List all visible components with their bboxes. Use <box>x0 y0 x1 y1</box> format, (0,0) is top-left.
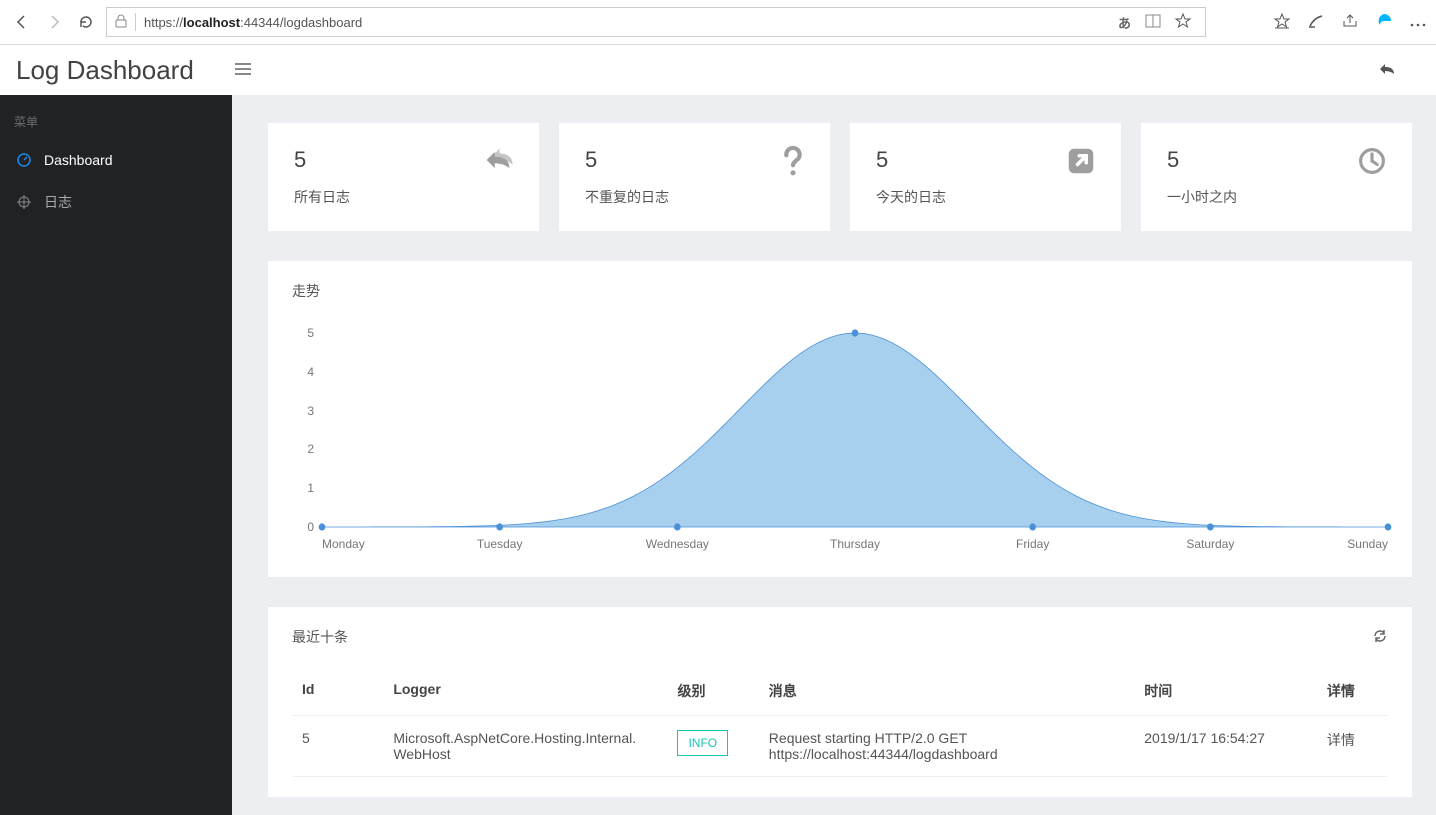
y-tick: 1 <box>307 481 314 495</box>
cell-msg: Request starting HTTP/2.0 GET https://lo… <box>759 716 1134 777</box>
more-icon[interactable] <box>1410 14 1426 30</box>
app-header: Log Dashboard <box>0 45 1436 95</box>
x-tick: Sunday <box>1347 537 1388 551</box>
cell-level: INFO <box>667 716 758 777</box>
external-icon <box>1067 147 1095 178</box>
target-icon <box>16 194 32 210</box>
stat-label: 不重复的日志 <box>585 187 669 207</box>
stat-card[interactable]: 5 一小时之内 <box>1141 123 1412 231</box>
stat-card[interactable]: 5 不重复的日志 <box>559 123 830 231</box>
stat-value: 5 <box>1167 147 1237 173</box>
stat-label: 一小时之内 <box>1167 187 1237 207</box>
cell-action[interactable]: 详情 <box>1317 716 1388 777</box>
th-id: Id <box>292 667 383 716</box>
x-tick: Thursday <box>830 537 880 551</box>
reply-icon <box>483 147 513 176</box>
trend-title: 走势 <box>292 281 320 301</box>
y-tick: 0 <box>307 520 314 534</box>
cell-logger: Microsoft.AspNetCore.Hosting.Internal.We… <box>383 716 667 777</box>
sidebar-section-label: 菜单 <box>0 109 232 140</box>
table-row: 5Microsoft.AspNetCore.Hosting.Internal.W… <box>292 716 1388 777</box>
question-icon <box>782 147 804 180</box>
th-logger: Logger <box>383 667 667 716</box>
sidebar-item-dashboard[interactable]: Dashboard <box>0 140 232 180</box>
cell-id: 5 <box>292 716 383 777</box>
sidebar: 菜单 Dashboard 日志 <box>0 95 232 815</box>
app-title: Log Dashboard <box>16 55 231 86</box>
x-tick: Saturday <box>1186 537 1234 551</box>
x-tick: Tuesday <box>477 537 523 551</box>
address-bar[interactable]: https://localhost:44344/logdashboard あ <box>106 7 1206 37</box>
stat-value: 5 <box>294 147 350 173</box>
level-badge: INFO <box>677 730 728 756</box>
y-tick: 5 <box>307 326 314 340</box>
reading-icon[interactable] <box>1145 14 1161 31</box>
trend-panel: 走势 0 1 2 3 4 5 Monday Tuesday Wednesday Thursday… <box>268 261 1412 577</box>
th-time: 时间 <box>1134 667 1317 716</box>
th-level: 级别 <box>667 667 758 716</box>
recent-panel: 最近十条 Id Logger 级别 消息 时间 详情 5Microsoft.As… <box>268 607 1412 797</box>
refresh-icon[interactable] <box>74 10 98 34</box>
clock-icon <box>1358 147 1386 178</box>
stat-card[interactable]: 5 今天的日志 <box>850 123 1121 231</box>
cell-time: 2019/1/17 16:54:27 <box>1134 716 1317 777</box>
main-content: 5 所有日志 5 不重复的日志 5 今天的日志 5 一小时之内 走势 0 1 2 3 4 5 Monda… <box>232 95 1436 815</box>
url-text: https://localhost:44344/logdashboard <box>144 15 1110 30</box>
gauge-icon <box>16 152 32 168</box>
th-action: 详情 <box>1317 667 1388 716</box>
reply-icon[interactable] <box>1378 64 1396 80</box>
y-tick: 2 <box>307 442 314 456</box>
browser-chrome: https://localhost:44344/logdashboard あ <box>0 0 1436 45</box>
menu-toggle-icon[interactable] <box>231 58 255 82</box>
y-tick: 4 <box>307 365 314 379</box>
stat-card[interactable]: 5 所有日志 <box>268 123 539 231</box>
favorites-icon[interactable] <box>1274 13 1290 32</box>
recent-title: 最近十条 <box>292 627 348 647</box>
refresh-icon[interactable] <box>1372 628 1388 647</box>
sidebar-item-label: 日志 <box>44 192 72 212</box>
x-tick: Monday <box>322 537 365 551</box>
edge-icon[interactable] <box>1376 13 1392 32</box>
notes-icon[interactable] <box>1308 13 1324 32</box>
back-icon[interactable] <box>10 10 34 34</box>
sidebar-item-label: Dashboard <box>44 152 113 168</box>
stat-value: 5 <box>585 147 669 173</box>
stat-label: 所有日志 <box>294 187 350 207</box>
star-icon[interactable] <box>1175 13 1191 32</box>
lock-icon <box>115 14 127 31</box>
stat-value: 5 <box>876 147 946 173</box>
translate-icon[interactable]: あ <box>1118 13 1131 32</box>
trend-chart: 0 1 2 3 4 5 Monday Tuesday Wednesday Thursday Fri… <box>292 327 1388 557</box>
x-tick: Wednesday <box>646 537 709 551</box>
recent-table: Id Logger 级别 消息 时间 详情 5Microsoft.AspNetC… <box>292 667 1388 777</box>
share-icon[interactable] <box>1342 13 1358 32</box>
y-tick: 3 <box>307 404 314 418</box>
th-msg: 消息 <box>759 667 1134 716</box>
x-tick: Friday <box>1016 537 1049 551</box>
forward-icon[interactable] <box>42 10 66 34</box>
stat-label: 今天的日志 <box>876 187 946 207</box>
sidebar-item-logs[interactable]: 日志 <box>0 180 232 224</box>
